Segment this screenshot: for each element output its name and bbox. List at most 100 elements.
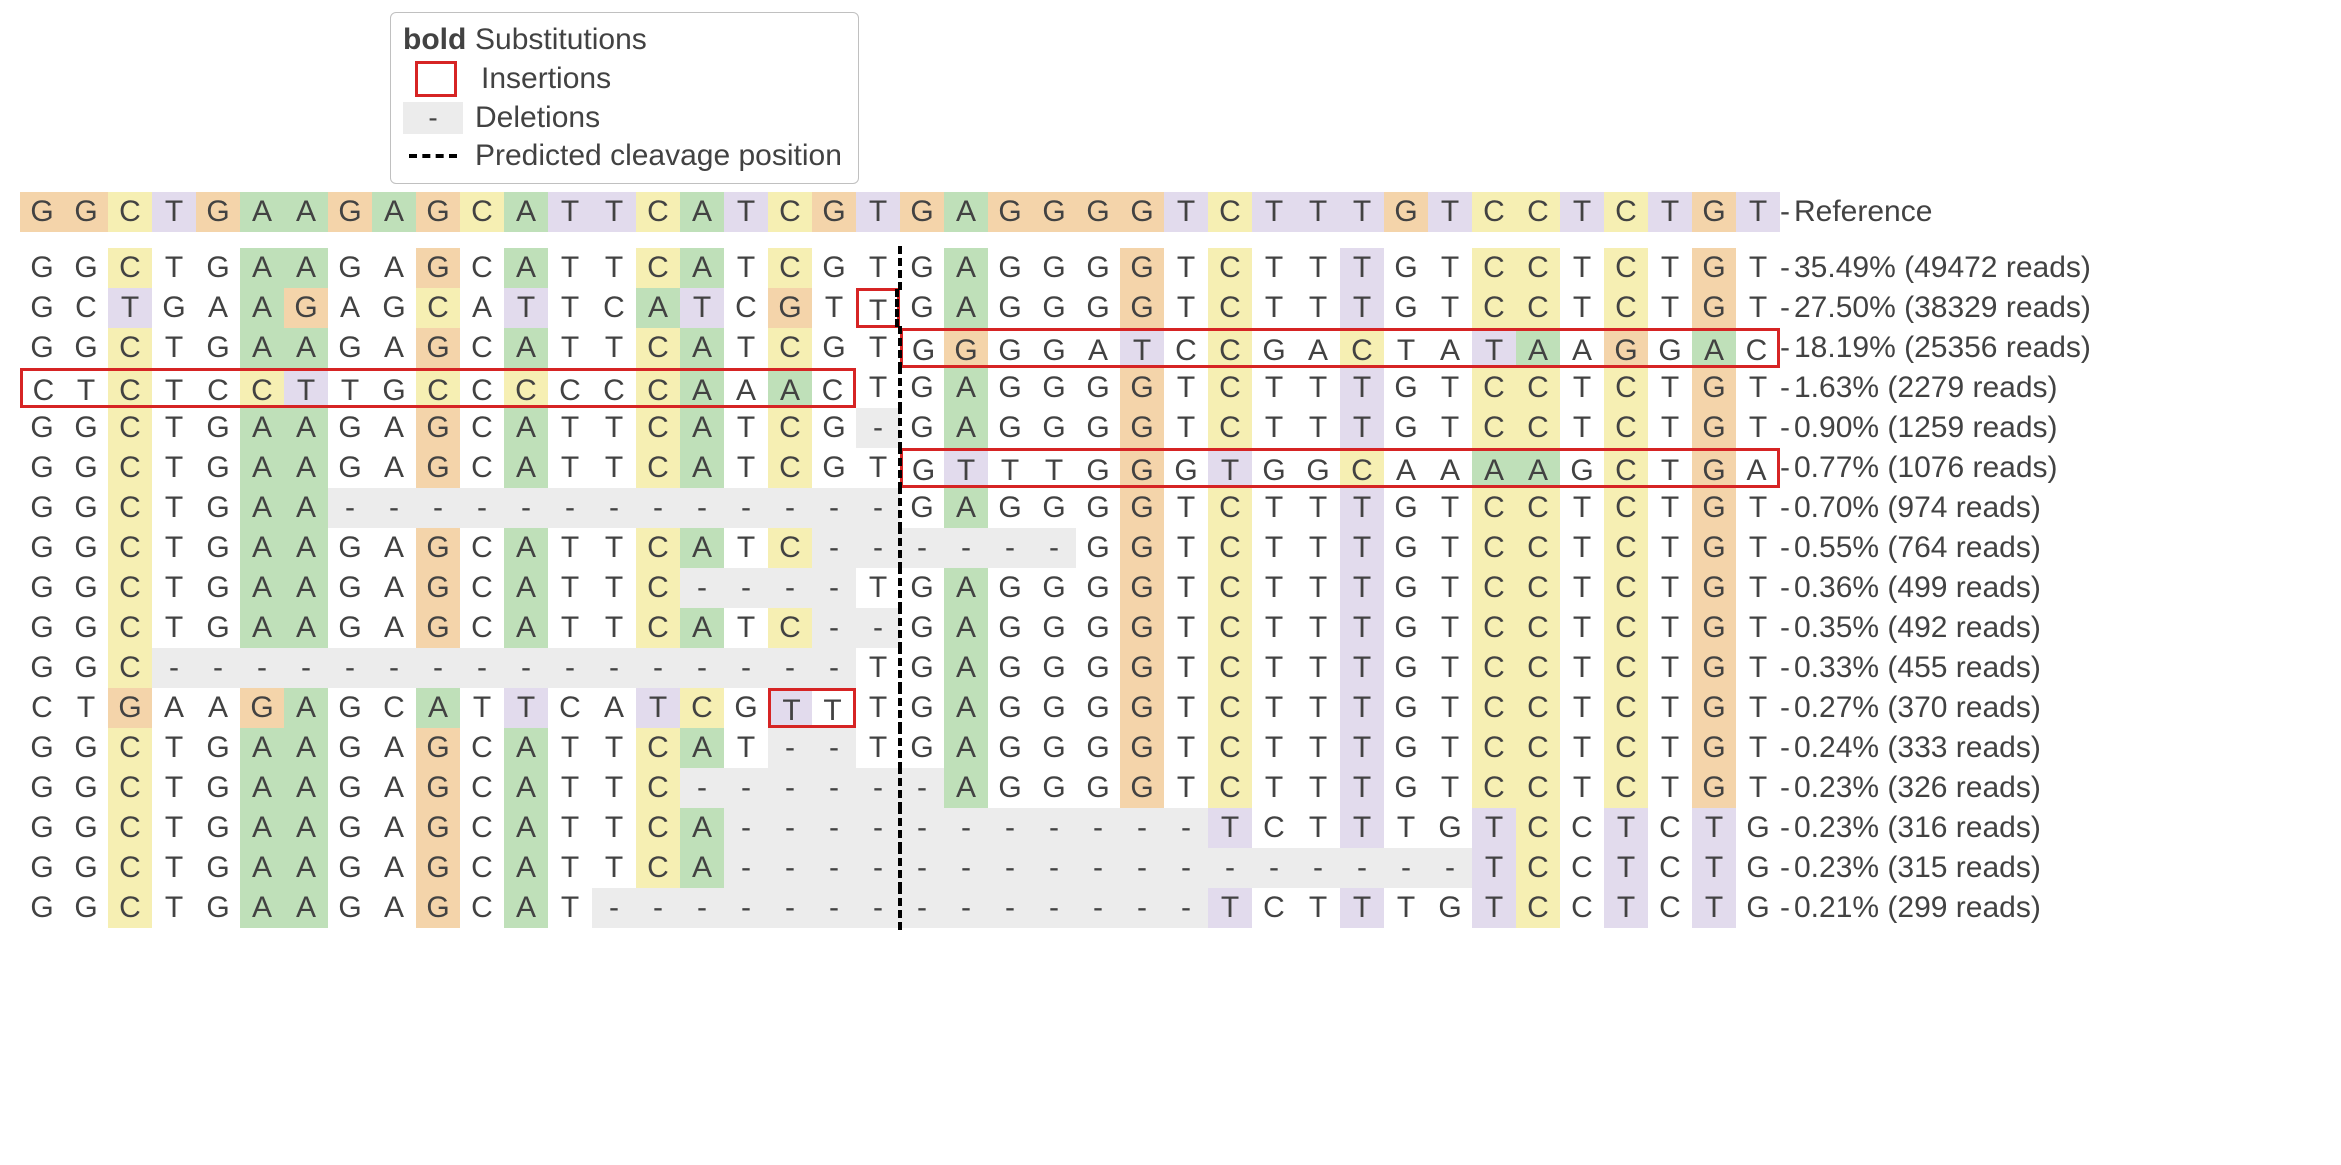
base-cell-T: T [856, 568, 900, 608]
base-cell-A: A [460, 288, 504, 328]
base-cell-G: G [1384, 408, 1428, 448]
base-cell-C: C [1516, 808, 1560, 848]
base-cell-G: G [900, 608, 944, 648]
base-cell-T: T [1340, 408, 1384, 448]
deletion-cell: - [504, 648, 548, 688]
base-cell-G: G [1384, 488, 1428, 528]
deletion-cell: - [416, 488, 460, 528]
base-cell-C: C [1516, 288, 1560, 328]
base-cell-A: A [196, 688, 240, 728]
allele-label: 0.90% (1259 reads) [1790, 408, 2058, 448]
base-cell-C: C [504, 368, 548, 408]
base-cell-G: G [1076, 368, 1120, 408]
base-cell-G: G [64, 768, 108, 808]
base-cell-G: G [1076, 528, 1120, 568]
base-cell-T: T [548, 192, 592, 232]
base-cell-G: G [328, 528, 372, 568]
base-cell-A: A [284, 728, 328, 768]
base-cell-C: C [1516, 408, 1560, 448]
base-cell-C: C [460, 848, 504, 888]
deletion-cell: - [1208, 848, 1252, 888]
base-cell-T: T [1648, 728, 1692, 768]
base-cell-G: G [1384, 768, 1428, 808]
base-cell-C: C [1208, 648, 1252, 688]
base-cell-T: T [944, 448, 988, 488]
deletion-cell: - [812, 728, 856, 768]
base-cell-G: G [64, 248, 108, 288]
base-cell-G: G [812, 192, 856, 232]
allele-row: GGCTGAAGAGCATTC----TGAGGGGTCTTTGTCCTCTGT… [20, 568, 2321, 608]
base-cell-C: C [1604, 528, 1648, 568]
base-cell-T: T [1208, 448, 1252, 488]
deletion-cell: - [372, 488, 416, 528]
allele-row: GGCTGAAGAGCATTC------AGGGGTCTTTGTCCTCTGT… [20, 768, 2321, 808]
base-cell-T: T [1560, 648, 1604, 688]
row-tick: - [1780, 408, 1790, 448]
base-cell-T: T [592, 248, 636, 288]
base-cell-A: A [284, 248, 328, 288]
base-cell-T: T [724, 528, 768, 568]
base-cell-G: G [988, 328, 1032, 368]
base-cell-G: G [64, 328, 108, 368]
base-cell-C: C [1164, 328, 1208, 368]
base-cell-C: C [1604, 368, 1648, 408]
base-cell-T: T [856, 688, 900, 728]
allele-row: GGCTGAAGAGCATTCAT--TGAGGGGTCTTTGTCCTCTGT… [20, 728, 2321, 768]
base-cell-C: C [1516, 528, 1560, 568]
base-cell-T: T [1296, 288, 1340, 328]
base-cell-A: A [284, 608, 328, 648]
deletion-cell: - [900, 768, 944, 808]
base-cell-G: G [812, 408, 856, 448]
deletion-cell: - [328, 648, 372, 688]
base-cell-C: C [196, 368, 240, 408]
base-cell-C: C [1208, 688, 1252, 728]
base-cell-A: A [944, 648, 988, 688]
base-cell-T: T [1296, 568, 1340, 608]
base-cell-A: A [284, 328, 328, 368]
base-cell-C: C [1604, 648, 1648, 688]
deletion-cell: - [1076, 808, 1120, 848]
base-cell-C: C [1472, 608, 1516, 648]
base-cell-T: T [1648, 768, 1692, 808]
base-cell-T: T [1428, 248, 1472, 288]
deletion-cell: - [240, 648, 284, 688]
base-cell-G: G [328, 688, 372, 728]
base-cell-A: A [504, 608, 548, 648]
base-cell-A: A [504, 192, 548, 232]
base-cell-C: C [1560, 888, 1604, 928]
base-cell-G: G [328, 768, 372, 808]
base-cell-G: G [416, 808, 460, 848]
base-cell-T: T [592, 608, 636, 648]
deletion-cell: - [328, 488, 372, 528]
base-cell-C: C [108, 408, 152, 448]
base-cell-T: T [1252, 408, 1296, 448]
base-cell-G: G [20, 728, 64, 768]
base-cell-A: A [1296, 328, 1340, 368]
base-cell-T: T [1340, 888, 1384, 928]
allele-label: 0.36% (499 reads) [1790, 568, 2041, 608]
base-cell-A: A [504, 728, 548, 768]
deletion-cell: - [856, 528, 900, 568]
insertion-box-icon [415, 61, 457, 97]
base-cell-A: A [1560, 328, 1604, 368]
deletion-cell: - [856, 888, 900, 928]
base-cell-G: G [1560, 448, 1604, 488]
base-cell-G: G [988, 408, 1032, 448]
base-cell-T: T [1736, 768, 1780, 808]
deletion-cell: - [548, 488, 592, 528]
base-cell-T: T [152, 808, 196, 848]
base-cell-A: A [240, 728, 284, 768]
base-cell-A: A [372, 888, 416, 928]
deletion-cell: - [1120, 888, 1164, 928]
base-cell-G: G [1032, 192, 1076, 232]
base-cell-T: T [1648, 608, 1692, 648]
base-cell-G: G [1076, 488, 1120, 528]
base-cell-G: G [196, 848, 240, 888]
base-cell-G: G [812, 328, 856, 368]
row-tick: - [1780, 248, 1790, 288]
base-cell-G: G [1692, 448, 1736, 488]
base-cell-G: G [988, 608, 1032, 648]
base-cell-T: T [1604, 888, 1648, 928]
base-cell-A: A [240, 192, 284, 232]
base-cell-C: C [1472, 768, 1516, 808]
